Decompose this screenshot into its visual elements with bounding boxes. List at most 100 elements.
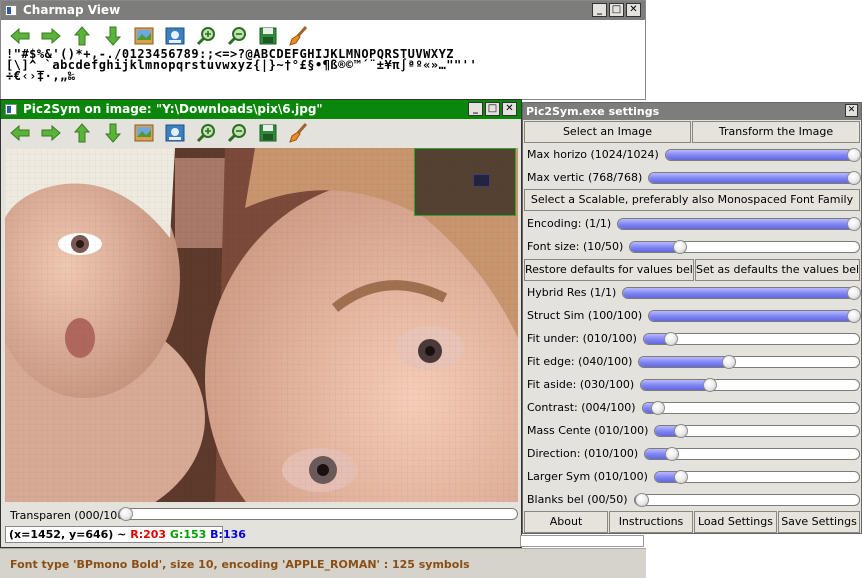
minimap-overlay[interactable] [414, 148, 516, 216]
green-value: G:153 [169, 528, 207, 541]
close-button[interactable]: ✕ [845, 104, 858, 117]
slider-label: Hybrid Res (1/1) [527, 286, 617, 299]
zoom-out-icon[interactable] [227, 123, 247, 143]
slider-label: Blanks bel (00/50) [527, 493, 628, 506]
close-button[interactable]: ✕ [502, 102, 517, 116]
slider-handle[interactable] [651, 401, 666, 415]
select-font-button[interactable]: Select a Scalable, preferably also Monos… [524, 189, 860, 211]
status-bar: Font type 'BPmono Bold', size 10, encodi… [0, 548, 646, 578]
slider-handle[interactable] [847, 309, 861, 323]
arrow-up-icon[interactable] [72, 26, 92, 46]
setting-slider[interactable] [617, 217, 861, 231]
setting-slider[interactable] [640, 378, 860, 392]
charmap-window: Charmap View _ □ ✕ !"#$%&'()*+,-./012345… [0, 0, 646, 100]
settings-window: Pic2Sym.exe settings ✕ Select an Image T… [522, 102, 862, 534]
slider-handle[interactable] [119, 507, 133, 521]
slider-handle[interactable] [635, 493, 649, 507]
setting-slider[interactable] [638, 355, 860, 369]
setting-slider[interactable] [634, 493, 860, 507]
slider-label: Struct Sim (100/100) [527, 309, 643, 322]
arrow-up-icon[interactable] [72, 123, 92, 143]
slider-label: Fit aside: (030/100) [527, 378, 635, 391]
slider-label: Fit under: (010/100) [527, 332, 637, 345]
slider-handle[interactable] [847, 148, 861, 162]
arrow-left-icon[interactable] [10, 26, 30, 46]
setting-slider[interactable] [654, 470, 860, 484]
maximize-button[interactable]: □ [485, 102, 500, 116]
slider-label: Max vertic (768/768) [527, 171, 643, 184]
charmap-row-2: [\]^_`abcdefghijklmnopqrstuvwxyz{|}~†°£§… [6, 58, 478, 72]
slider-handle[interactable] [674, 424, 689, 438]
slider-label: Direction: (010/100) [527, 447, 639, 460]
setting-slider[interactable] [654, 424, 860, 438]
pic2sym-window: Pic2Sym on image: "Y:\Downloads\pix\6.jp… [0, 99, 522, 548]
close-button[interactable]: ✕ [626, 3, 641, 17]
coords-bar: (x=1452, y=646) ~ R:203 G:153 B:136 [5, 526, 246, 543]
setting-slider[interactable] [643, 332, 860, 346]
pic2sym-title-bar[interactable]: Pic2Sym on image: "Y:\Downloads\pix\6.jp… [1, 100, 521, 119]
transparency-label: Transparen (000/100) [10, 509, 129, 522]
slider-label: Larger Sym (010/100) [527, 470, 648, 483]
save-settings-button[interactable]: Save Settings [778, 511, 860, 533]
maximize-button[interactable]: □ [609, 3, 624, 17]
restore-defaults-button[interactable]: Restore defaults for values below [524, 259, 694, 281]
slider-fill [623, 288, 854, 298]
photo-icon[interactable] [165, 26, 185, 46]
instructions-button[interactable]: Instructions [609, 511, 693, 533]
slider-fill [666, 150, 854, 160]
slider-handle[interactable] [674, 470, 689, 484]
settings-title-bar[interactable]: Pic2Sym.exe settings ✕ [523, 103, 861, 120]
slider-label: Contrast: (004/100) [527, 401, 636, 414]
setting-slider[interactable] [629, 240, 860, 254]
slider-handle[interactable] [664, 332, 679, 346]
pic2sym-toolbar [10, 123, 309, 143]
setting-slider[interactable] [644, 447, 860, 461]
image-canvas[interactable] [5, 148, 518, 502]
load-settings-button[interactable]: Load Settings [694, 511, 777, 533]
minimap-viewport[interactable] [473, 174, 490, 187]
photo-icon[interactable] [165, 123, 185, 143]
arrow-down-icon[interactable] [103, 123, 123, 143]
slider-label: Max horizo (1024/1024) [527, 148, 659, 161]
transform-image-button[interactable]: Transform the Image [692, 121, 860, 143]
arrow-right-icon[interactable] [41, 123, 61, 143]
setting-slider[interactable] [665, 148, 861, 162]
set-defaults-button[interactable]: Set as defaults the values below [695, 259, 860, 281]
minimize-button[interactable]: _ [468, 102, 483, 116]
arrow-right-icon[interactable] [41, 26, 61, 46]
red-value: R:203 [130, 528, 167, 541]
zoom-in-icon[interactable] [196, 123, 216, 143]
brush-icon[interactable] [289, 123, 309, 143]
settings-title: Pic2Sym.exe settings [526, 105, 660, 118]
setting-slider[interactable] [648, 171, 861, 185]
save-icon[interactable] [258, 26, 278, 46]
minimize-button[interactable]: _ [592, 3, 607, 17]
slider-handle[interactable] [847, 171, 861, 185]
setting-slider[interactable] [642, 401, 860, 415]
select-image-button[interactable]: Select an Image [524, 121, 691, 143]
zoom-out-icon[interactable] [227, 26, 247, 46]
charmap-title-bar[interactable]: Charmap View _ □ ✕ [1, 1, 645, 20]
arrow-down-icon[interactable] [103, 26, 123, 46]
slider-handle[interactable] [847, 286, 861, 300]
setting-slider[interactable] [622, 286, 861, 300]
about-button[interactable]: About [524, 511, 608, 533]
slider-handle[interactable] [847, 217, 861, 231]
transparency-slider[interactable] [118, 507, 518, 521]
save-icon[interactable] [258, 123, 278, 143]
blue-value: B:136 [210, 528, 246, 541]
arrow-left-icon[interactable] [10, 123, 30, 143]
slider-fill [641, 380, 710, 390]
slider-handle[interactable] [665, 447, 680, 461]
slider-handle[interactable] [722, 355, 737, 369]
image-icon[interactable] [134, 26, 154, 46]
image-icon[interactable] [134, 123, 154, 143]
brush-icon[interactable] [289, 26, 309, 46]
charmap-title: Charmap View [23, 3, 121, 17]
slider-handle[interactable] [673, 240, 688, 254]
window-icon [5, 104, 17, 115]
status-text: Font type 'BPmono Bold', size 10, encodi… [10, 558, 470, 571]
setting-slider[interactable] [648, 309, 861, 323]
zoom-in-icon[interactable] [196, 26, 216, 46]
slider-handle[interactable] [702, 378, 717, 392]
